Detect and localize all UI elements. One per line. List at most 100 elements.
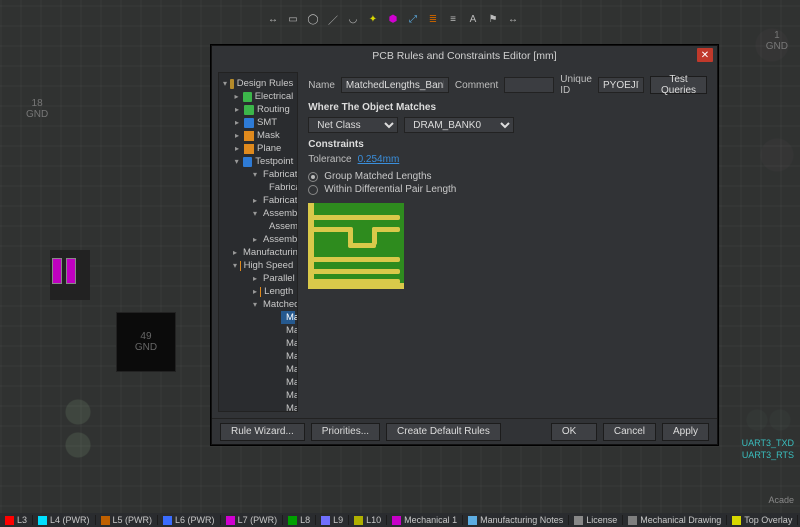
category-icon: [244, 131, 254, 141]
match-value-select[interactable]: DRAM_BANK0: [404, 117, 514, 133]
tree-mask[interactable]: ▸Mask: [231, 129, 295, 142]
layer-name: L9: [333, 515, 343, 525]
option-group-matched[interactable]: Group Matched Lengths: [308, 171, 707, 182]
tree-rule-bank1[interactable]: MatchedLengths_Bank1: [281, 324, 295, 337]
ok-button[interactable]: OK: [551, 423, 597, 441]
tree-asm-tp-rule[interactable]: AssemblyTestpoint: [261, 220, 295, 233]
tree-fab-tp-style[interactable]: ▾Fabrication Testpoint Style: [251, 168, 295, 181]
layer-tab[interactable]: L7 (PWR): [221, 515, 284, 525]
layer-name: L3: [17, 515, 27, 525]
tree-asm-tp-style[interactable]: ▾Assembly Testpoint Style: [251, 207, 295, 220]
unique-id-input[interactable]: [598, 77, 644, 93]
tree-manufacturing[interactable]: ▸Manufacturing: [231, 246, 295, 259]
tree-fab-tp-usage[interactable]: ▸Fabrication Testpoint Usage: [251, 194, 295, 207]
tree-rule-bank5[interactable]: MatchedLengths_Bank5: [281, 376, 295, 389]
tool-arc-icon[interactable]: ◡: [346, 12, 360, 26]
tool-align-icon[interactable]: ≡: [446, 12, 460, 26]
constraints-section-title: Constraints: [308, 139, 707, 150]
layer-tab[interactable]: L3: [0, 515, 33, 525]
dialog-titlebar[interactable]: PCB Rules and Constraints Editor [mm] ✕: [212, 46, 717, 66]
layer-tab[interactable]: Top Overlay: [727, 515, 798, 525]
tree-rule-bank7[interactable]: MatchedLengths_Bank7: [281, 402, 295, 412]
layer-name: Mechanical Drawing: [640, 515, 721, 525]
layer-swatch: [354, 516, 363, 525]
layer-tab[interactable]: Manufacturing Notes: [463, 515, 569, 525]
chip-49-gnd: 49 GND: [116, 312, 176, 372]
layer-tab[interactable]: L10: [349, 515, 387, 525]
tree-length[interactable]: ▸Length: [251, 285, 295, 298]
tool-flag-icon[interactable]: ⚑: [486, 12, 500, 26]
tree-parallel-segment[interactable]: ▸Parallel Segment: [251, 272, 295, 285]
tree-rule-bank6[interactable]: MatchedLengths_Bank6: [281, 389, 295, 402]
layer-name: Mechanical 1: [404, 515, 457, 525]
layer-tab[interactable]: License: [569, 515, 623, 525]
category-icon: [243, 92, 252, 102]
tool-line-icon[interactable]: ／: [326, 12, 340, 26]
layer-swatch: [392, 516, 401, 525]
layer-tab[interactable]: L9: [316, 515, 349, 525]
layer-name: License: [586, 515, 617, 525]
tree-electrical[interactable]: ▸Electrical: [231, 90, 295, 103]
layer-swatch: [101, 516, 110, 525]
rule-wizard-button[interactable]: Rule Wizard...: [220, 423, 305, 441]
tool-polygon-icon[interactable]: ✦: [366, 12, 380, 26]
tree-rule-bank2[interactable]: MatchedLengths_Bank2: [281, 337, 295, 350]
test-queries-button[interactable]: Test Queries: [650, 76, 707, 94]
where-section-title: Where The Object Matches: [308, 102, 707, 113]
layer-swatch: [5, 516, 14, 525]
tool-circle-icon[interactable]: ◯: [306, 12, 320, 26]
comment-input[interactable]: [504, 77, 554, 93]
comment-label: Comment: [455, 80, 498, 91]
top-toolbar: ↔ ▭ ◯ ／ ◡ ✦ ⬢ ⤢ ≣ ≡ A ⚑ ↔: [266, 10, 520, 28]
unique-id-label: Unique ID: [560, 74, 592, 96]
tree-matched-lengths[interactable]: ▾Matched Lengths: [251, 298, 295, 311]
layer-tab[interactable]: L6 (PWR): [158, 515, 221, 525]
tool-place-icon[interactable]: ⬢: [386, 12, 400, 26]
tree-smt[interactable]: ▸SMT: [231, 116, 295, 129]
tool-layers-icon[interactable]: ≣: [426, 12, 440, 26]
layer-tab[interactable]: L4 (PWR): [33, 515, 96, 525]
tree-asm-tp-usage[interactable]: ▸Assembly Testpoint Usage: [251, 233, 295, 246]
layer-name: L8: [300, 515, 310, 525]
tree-testpoint[interactable]: ▾Testpoint: [231, 155, 295, 168]
tolerance-value-link[interactable]: 0.254mm: [358, 154, 400, 165]
tree-routing[interactable]: ▸Routing: [231, 103, 295, 116]
tool-measure-icon[interactable]: ⤢: [406, 12, 420, 26]
apply-button[interactable]: Apply: [662, 423, 709, 441]
option-within-diffpair[interactable]: Within Differential Pair Length: [308, 184, 707, 195]
tree-rule-bank0[interactable]: MatchedLengths_Bank0: [281, 311, 295, 324]
layer-name: Manufacturing Notes: [480, 515, 563, 525]
tool-text-icon[interactable]: A: [466, 12, 480, 26]
layer-name: L6 (PWR): [175, 515, 215, 525]
create-default-rules-button[interactable]: Create Default Rules: [386, 423, 501, 441]
layer-tab[interactable]: Mechanical Drawing: [623, 515, 727, 525]
radio-icon: [308, 185, 318, 195]
layer-tab[interactable]: L5 (PWR): [96, 515, 159, 525]
close-button[interactable]: ✕: [697, 48, 713, 62]
net-label-uart-tx: UART3_TXD: [742, 438, 794, 448]
match-kind-select[interactable]: Net Class: [308, 117, 398, 133]
tree-label: Design Rules: [237, 77, 294, 90]
tree-plane[interactable]: ▸Plane: [231, 142, 295, 155]
layer-swatch: [38, 516, 47, 525]
rules-tree[interactable]: ▾Design Rules ▸Electrical ▸Routing ▸SMT …: [218, 72, 298, 412]
tree-high-speed[interactable]: ▾High Speed: [231, 259, 295, 272]
priorities-button[interactable]: Priorities...: [311, 423, 380, 441]
tool-rect-icon[interactable]: ▭: [286, 12, 300, 26]
layer-tab[interactable]: Mechanical 1: [387, 515, 463, 525]
tree-design-rules[interactable]: ▾Design Rules: [221, 77, 295, 90]
cancel-button[interactable]: Cancel: [603, 423, 656, 441]
rule-type-icon: [260, 287, 261, 297]
tolerance-label: Tolerance: [308, 154, 351, 165]
tree-rule-bank3[interactable]: MatchedLengths_Bank3: [281, 350, 295, 363]
layer-tab[interactable]: L8: [283, 515, 316, 525]
layer-name: L10: [366, 515, 381, 525]
layer-swatch: [628, 516, 637, 525]
layer-swatch: [574, 516, 583, 525]
tree-rule-bank4[interactable]: MatchedLengths_Bank4: [281, 363, 295, 376]
name-input[interactable]: [341, 77, 449, 93]
refdes-gnd-1: 1 GND: [766, 30, 788, 52]
tree-fab-tp-rule[interactable]: FabricationTestpoint: [261, 181, 295, 194]
tool-dim-icon[interactable]: ↔: [506, 12, 520, 26]
tool-pointer-icon[interactable]: ↔: [266, 12, 280, 26]
